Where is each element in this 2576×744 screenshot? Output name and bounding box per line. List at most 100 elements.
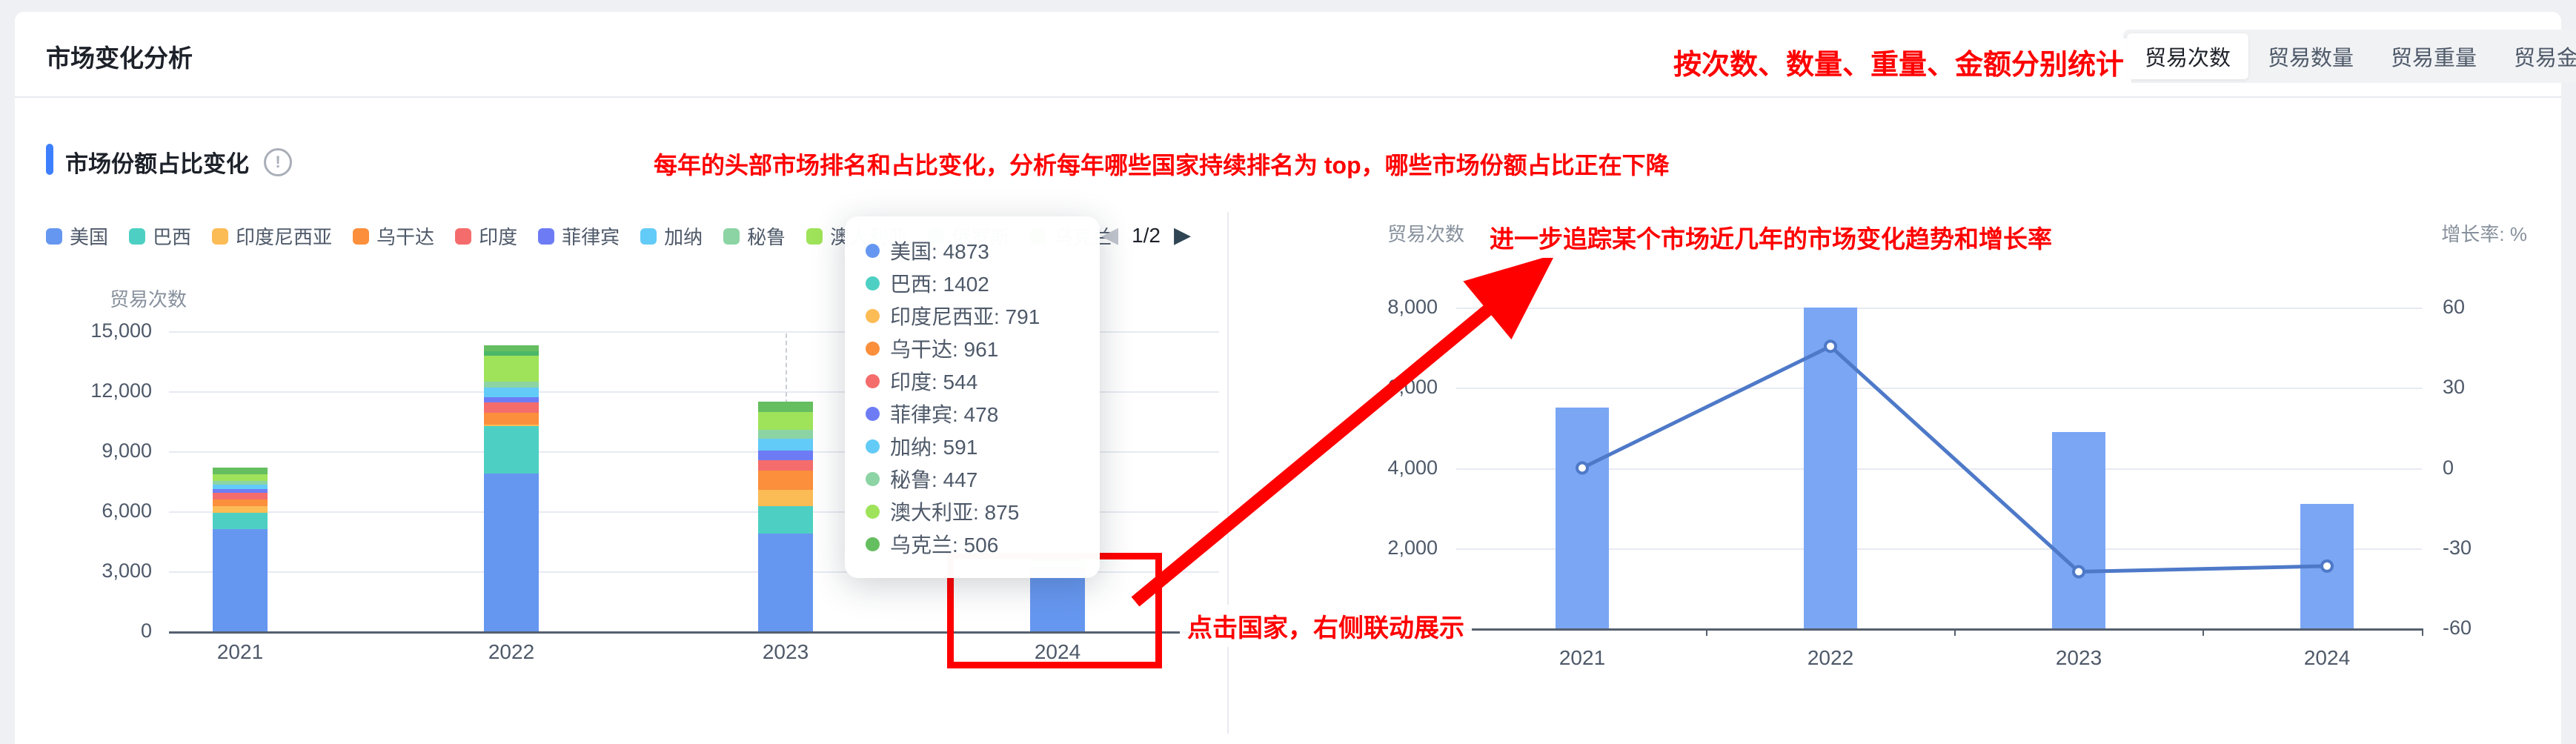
stack-bar-segment-澳大利亚[interactable] — [484, 356, 539, 382]
left-y-tick-label: 9,000 — [44, 439, 152, 462]
annotation-stat-note: 按次数、数量、重量、金额分别统计 — [1666, 39, 2131, 85]
stack-bar-segment-菲律宾[interactable] — [213, 489, 268, 493]
stack-bar-segment-秘鲁[interactable] — [484, 382, 539, 388]
tooltip-series-dot — [866, 472, 880, 486]
left-y-tick-label: 15,000 — [44, 319, 152, 342]
tab-贸易数量[interactable]: 贸易数量 — [2250, 33, 2371, 79]
section-title: 市场份额占比变化 — [65, 145, 249, 179]
tooltip-row: 加纳: 591 — [866, 430, 1079, 462]
legend-item-印度[interactable]: 印度 — [455, 222, 517, 250]
right-chart-left-tick-label: 4,000 — [1334, 456, 1438, 479]
trend-bar-2021[interactable] — [1556, 408, 1609, 628]
section-accent-bar — [46, 144, 53, 175]
legend-item-label: 菲律宾 — [562, 222, 620, 250]
legend-item-label: 巴西 — [153, 222, 191, 250]
annotation-top-note: 每年的头部市场排名和占比变化，分析每年哪些国家持续排名为 top，哪些市场份额占… — [646, 144, 1677, 184]
stack-bar-segment-加纳[interactable] — [213, 485, 268, 488]
legend-item-美国[interactable]: 美国 — [46, 222, 108, 250]
stack-bar-segment-印度尼西亚[interactable] — [758, 490, 813, 505]
tooltip-series-dot — [866, 276, 880, 290]
stack-bar-segment-印度[interactable] — [213, 493, 268, 499]
stack-bar-segment-巴西[interactable] — [758, 506, 813, 534]
legend-prev-icon[interactable]: ◀ — [1101, 225, 1118, 247]
stack-bar-segment-乌干达[interactable] — [484, 413, 539, 425]
stack-bar-segment-乌克兰[interactable] — [758, 402, 813, 412]
legend-item-印度尼西亚[interactable]: 印度尼西亚 — [212, 222, 332, 250]
right-chart-y-axis-title: 贸易次数 — [1387, 219, 1464, 247]
right-chart-right-tick-label: 30 — [2443, 376, 2465, 399]
legend-swatch-icon — [806, 228, 823, 245]
stack-bar-segment-巴西[interactable] — [484, 426, 539, 474]
right-chart-secondary-axis-title: 增长率: % — [2401, 219, 2527, 247]
legend-item-label: 加纳 — [664, 222, 703, 250]
legend-swatch-icon — [538, 228, 554, 245]
right-chart-right-tick-label: 60 — [2443, 296, 2465, 319]
right-x-axis-tick — [1706, 628, 1707, 636]
stack-bar-segment-乌克兰[interactable] — [484, 345, 539, 351]
stack-bar-segment-俄罗斯[interactable] — [484, 351, 539, 356]
tooltip-row: 美国: 4873 — [866, 234, 1079, 267]
tooltip-row-text: 秘鲁: 447 — [890, 464, 977, 494]
left-x-category-label: 2023 — [763, 640, 809, 664]
tooltip-series-dot — [866, 439, 880, 454]
stack-bar-segment-乌干达[interactable] — [213, 499, 268, 506]
tooltip-row: 印度尼西亚: 791 — [866, 299, 1079, 332]
left-y-tick-label: 3,000 — [44, 559, 152, 582]
right-chart-left-tick-label: 6,000 — [1334, 376, 1438, 399]
stack-bar-segment-美国[interactable] — [213, 529, 268, 631]
tooltip-row: 秘鲁: 447 — [866, 462, 1079, 495]
stack-bar-segment-乌干达[interactable] — [758, 471, 813, 490]
stack-bar-segment-印度[interactable] — [758, 460, 813, 471]
stack-bar-segment-加纳[interactable] — [758, 439, 813, 451]
tooltip-row-text: 加纳: 591 — [890, 431, 977, 461]
tooltip-row-text: 美国: 4873 — [890, 236, 989, 265]
stack-bar-segment-乌克兰[interactable] — [213, 468, 268, 474]
stack-bar-segment-巴西[interactable] — [213, 513, 268, 529]
legend-item-秘鲁[interactable]: 秘鲁 — [723, 222, 786, 250]
tooltip-series-dot — [866, 505, 880, 519]
stack-bar-segment-菲律宾[interactable] — [758, 451, 813, 460]
right-chart-right-tick-label: 0 — [2443, 456, 2454, 479]
right-x-category-label: 2024 — [2304, 646, 2350, 670]
tooltip-series-dot — [866, 309, 880, 323]
stack-bar-segment-美国[interactable] — [758, 534, 813, 631]
annotation-click-note: 点击国家，右侧联动展示 — [1180, 605, 1472, 647]
metric-tab-group: 贸易次数贸易数量贸易重量贸易金额 — [2123, 30, 2576, 83]
legend-item-label: 乌干达 — [376, 222, 434, 250]
stack-bar-segment-加纳[interactable] — [484, 388, 539, 397]
legend-item-菲律宾[interactable]: 菲律宾 — [538, 222, 620, 250]
legend-item-label: 秘鲁 — [747, 222, 786, 250]
trend-bar-2024[interactable] — [2300, 504, 2354, 628]
annotation-right-note: 进一步追踪某个市场近几年的市场变化趋势和增长率 — [1482, 216, 2059, 258]
tooltip-series-dot — [866, 342, 880, 356]
stack-bar-segment-印度[interactable] — [484, 402, 539, 413]
right-chart-left-tick-label: 8,000 — [1334, 296, 1438, 319]
info-icon[interactable]: ! — [264, 148, 292, 176]
tab-贸易金额[interactable]: 贸易金额 — [2496, 33, 2576, 79]
stack-bar-segment-印度尼西亚[interactable] — [484, 425, 539, 426]
stack-bar-segment-澳大利亚[interactable] — [758, 412, 813, 430]
stack-bar-segment-印度尼西亚[interactable] — [213, 506, 268, 513]
legend-item-乌干达[interactable]: 乌干达 — [353, 222, 434, 250]
trend-bar-2023[interactable] — [2052, 432, 2105, 628]
legend-next-icon[interactable]: ▶ — [1174, 225, 1191, 247]
legend-swatch-icon — [723, 228, 740, 245]
tooltip-row-text: 澳大利亚: 875 — [890, 496, 1019, 526]
tab-贸易重量[interactable]: 贸易重量 — [2373, 33, 2494, 79]
stack-bar-segment-澳大利亚[interactable] — [213, 474, 268, 481]
legend-item-加纳[interactable]: 加纳 — [640, 222, 703, 250]
tooltip-series-dot — [866, 537, 880, 551]
stack-bar-segment-美国[interactable] — [484, 474, 539, 631]
legend-swatch-icon — [129, 228, 145, 245]
tooltip-row: 印度: 544 — [866, 365, 1079, 397]
legend-item-label: 印度 — [479, 222, 517, 250]
legend-item-label: 印度尼西亚 — [236, 222, 332, 250]
right-gridline — [1456, 308, 2422, 309]
tab-贸易次数[interactable]: 贸易次数 — [2127, 33, 2248, 79]
tooltip-row-text: 乌克兰: 506 — [890, 529, 998, 559]
stack-bar-segment-秘鲁[interactable] — [758, 430, 813, 439]
trend-bar-2022[interactable] — [1804, 308, 1857, 628]
legend-item-巴西[interactable]: 巴西 — [129, 222, 191, 250]
stack-bar-segment-菲律宾[interactable] — [484, 397, 539, 402]
stack-bar-segment-秘鲁[interactable] — [213, 481, 268, 485]
